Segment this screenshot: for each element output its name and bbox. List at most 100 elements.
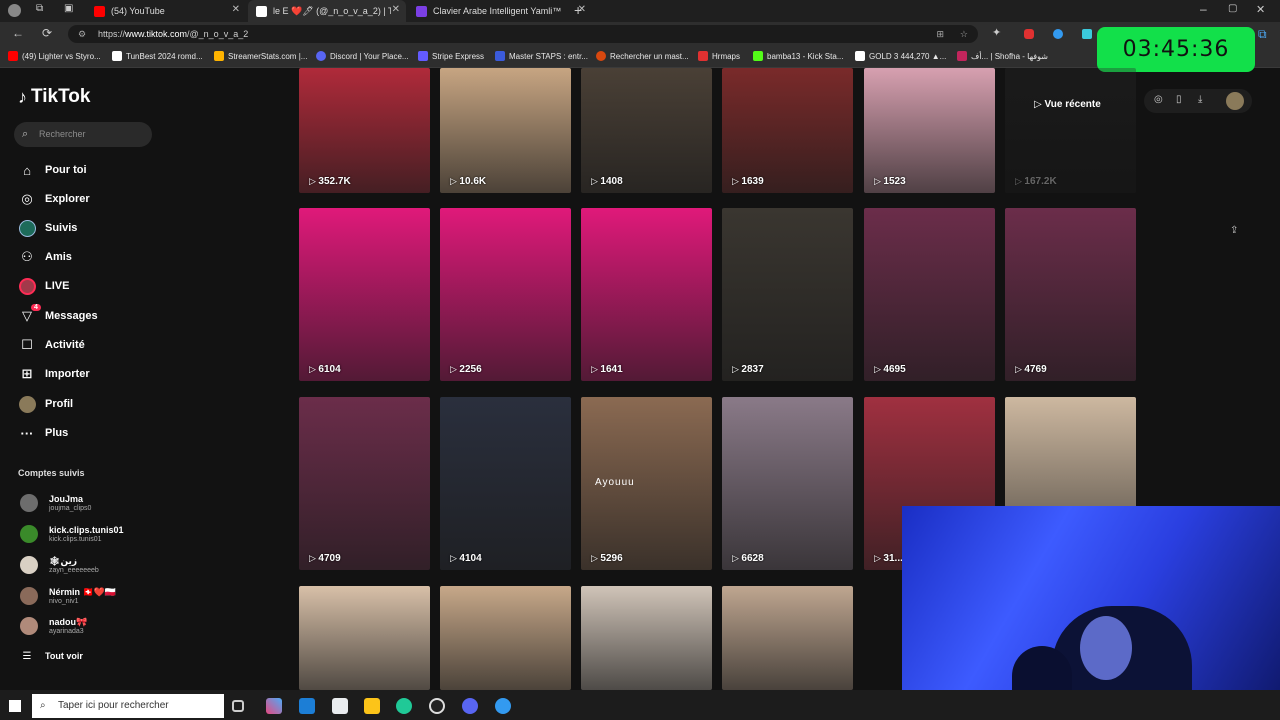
bookmark-item[interactable]: (49) Lighter vs Styro... bbox=[8, 51, 101, 61]
outlook-icon[interactable] bbox=[299, 698, 315, 714]
video-thumbnail[interactable]: 6104 bbox=[299, 208, 430, 381]
sidebar-item-amis[interactable]: ⚇ Amis bbox=[18, 247, 72, 267]
video-thumbnail[interactable]: Ayouuu 5296 bbox=[581, 397, 712, 570]
live-icon bbox=[18, 277, 36, 295]
bookmark-item[interactable]: Rechercher un mast... bbox=[596, 51, 689, 61]
scroll-top-icon[interactable]: ⇪ bbox=[1230, 225, 1238, 236]
master-search-icon bbox=[596, 51, 606, 61]
bookmark-item[interactable]: Discord | Your Place... bbox=[316, 51, 409, 61]
extension-cyan-icon[interactable] bbox=[1082, 29, 1092, 39]
task-view-icon[interactable] bbox=[232, 700, 244, 712]
video-thumbnail[interactable]: 1641 bbox=[581, 208, 712, 381]
kick-icon bbox=[753, 51, 763, 61]
video-thumbnail[interactable]: 6628 bbox=[722, 397, 853, 570]
video-thumbnail[interactable]: 4104 bbox=[440, 397, 571, 570]
video-thumbnail[interactable] bbox=[440, 586, 571, 690]
bookmark-item[interactable]: TunBest 2024 romd... bbox=[112, 51, 203, 61]
video-thumbnail[interactable]: 167.2K bbox=[1005, 68, 1136, 193]
sidebar-item-explorer[interactable]: ◎ Explorer bbox=[18, 189, 89, 209]
video-thumbnail[interactable]: 10.6K bbox=[440, 68, 571, 193]
sidebar-item-activite[interactable]: ☐ Activité bbox=[18, 335, 85, 355]
browser-profile-icon[interactable] bbox=[8, 4, 21, 17]
avatar[interactable] bbox=[1226, 92, 1244, 110]
avatar bbox=[20, 587, 38, 605]
view-count: 167.2K bbox=[1015, 176, 1056, 187]
sidebar-item-importer[interactable]: ⊞ Importer bbox=[18, 364, 90, 384]
followed-account[interactable]: JouJma joujma_clips0 bbox=[20, 491, 91, 515]
extension-blue-icon[interactable] bbox=[1053, 29, 1063, 39]
windows-start-icon[interactable] bbox=[9, 700, 21, 712]
taskbar-search[interactable]: ⌕ Taper ici pour rechercher bbox=[32, 694, 224, 718]
close-window-icon[interactable]: ✕ bbox=[1256, 3, 1265, 16]
sidebar-item-suivis[interactable]: Suivis bbox=[18, 218, 77, 238]
followed-account[interactable]: 🕸زين zayn_eeeeeeeb bbox=[20, 553, 99, 577]
view-count: 4709 bbox=[309, 553, 340, 564]
minimize-icon[interactable]: – bbox=[1200, 2, 1207, 16]
tab-youtube[interactable]: (54) YouTube ✕ bbox=[86, 0, 246, 22]
bookmark-item[interactable]: Hrmaps bbox=[698, 51, 740, 61]
back-icon[interactable]: ← bbox=[12, 26, 24, 40]
workspaces-icon[interactable]: ⧉ bbox=[36, 3, 43, 14]
compass-icon[interactable]: ◎ bbox=[1154, 94, 1163, 105]
video-thumbnail[interactable]: 2256 bbox=[440, 208, 571, 381]
video-thumbnail[interactable]: 1408 bbox=[581, 68, 712, 193]
store-icon[interactable] bbox=[332, 698, 348, 714]
maximize-icon[interactable]: ▢ bbox=[1228, 3, 1237, 14]
video-thumbnail[interactable]: 1523 bbox=[864, 68, 995, 193]
new-tab-plus-icon[interactable]: + bbox=[574, 2, 582, 18]
more-icon: ··· bbox=[20, 425, 34, 441]
bookmark-item[interactable]: Master STAPS : entr... bbox=[495, 51, 588, 61]
extension-red-icon[interactable] bbox=[1024, 29, 1034, 39]
sidebar-item-pour-toi[interactable]: ⌂ Pour toi bbox=[18, 160, 87, 180]
see-all-link[interactable]: ☰ Tout voir bbox=[18, 646, 83, 666]
video-thumbnail[interactable]: 352.7K bbox=[299, 68, 430, 193]
bookmark-item[interactable]: Stripe Express bbox=[418, 51, 484, 61]
copilot-icon[interactable] bbox=[266, 698, 282, 714]
device-icon[interactable]: ▯ bbox=[1176, 94, 1182, 105]
video-thumbnail[interactable] bbox=[299, 586, 430, 690]
video-thumbnail[interactable]: 4769 bbox=[1005, 208, 1136, 381]
tab-tiktok[interactable]: le E ❤️🖊 (@_n_o_v_a_2) | TikTok ✕ bbox=[248, 0, 406, 22]
install-app-icon[interactable]: ⊞ bbox=[936, 25, 944, 43]
telegram-icon[interactable] bbox=[495, 698, 511, 714]
video-thumbnail[interactable]: 4709 bbox=[299, 397, 430, 570]
video-thumbnail[interactable]: 4695 bbox=[864, 208, 995, 381]
video-thumbnail[interactable] bbox=[722, 586, 853, 690]
download-icon[interactable]: ⤓ bbox=[1198, 94, 1202, 105]
sidebar-item-live[interactable]: LIVE bbox=[18, 276, 69, 296]
address-bar[interactable]: ⚙ https://www.tiktok.com/@_n_o_v_a_2 ⊞ ☆ bbox=[68, 25, 978, 43]
view-count: 5296 bbox=[591, 553, 622, 564]
close-tab-icon[interactable]: ✕ bbox=[392, 4, 400, 15]
video-thumbnail[interactable] bbox=[581, 586, 712, 690]
bookmark-item[interactable]: StreamerStats.com |... bbox=[214, 51, 307, 61]
reload-icon[interactable]: ⟳ bbox=[42, 26, 52, 40]
avatar bbox=[20, 525, 38, 543]
bookmark-item[interactable]: GOLD 3 444,270 ▲... bbox=[855, 51, 946, 61]
bookmark-item[interactable]: أف... | Shofha - شوفها bbox=[957, 51, 1048, 61]
bookmark-item[interactable]: bamba13 - Kick Sta... bbox=[753, 51, 843, 61]
extension-puzzle-icon[interactable]: ⧉ bbox=[1258, 27, 1267, 42]
followed-account[interactable]: kick.clips.tunis01 kick.clips.tunis01 bbox=[20, 522, 124, 546]
discord-taskbar-icon[interactable] bbox=[462, 698, 478, 714]
sidebar-item-plus[interactable]: ··· Plus bbox=[18, 423, 69, 443]
close-tab-icon[interactable]: ✕ bbox=[232, 4, 240, 15]
obs-icon[interactable] bbox=[429, 698, 445, 714]
tab-actions-icon[interactable]: ▣ bbox=[64, 3, 73, 14]
followed-account[interactable]: nadou🎀 ayarinada3 bbox=[20, 614, 87, 638]
extension-icon[interactable]: ✦ bbox=[992, 26, 1001, 39]
edge-icon[interactable] bbox=[396, 698, 412, 714]
explorer-icon[interactable] bbox=[364, 698, 380, 714]
video-thumbnail[interactable]: 2837 bbox=[722, 208, 853, 381]
url-path: /@_n_o_v_a_2 bbox=[187, 29, 249, 39]
tab-title: Clavier Arabe Intelligent Yamli™ bbox=[433, 6, 562, 16]
tiktok-logo[interactable]: ♪ TikTok bbox=[18, 86, 90, 108]
site-info-icon[interactable]: ⚙ bbox=[78, 25, 86, 43]
sidebar-item-messages[interactable]: ▽ 4 Messages bbox=[18, 304, 98, 326]
sidebar-item-profil[interactable]: Profil bbox=[18, 394, 73, 414]
search-input[interactable]: ⌕ Rechercher bbox=[14, 122, 152, 147]
tab-yamli[interactable]: Clavier Arabe Intelligent Yamli™ ✕ bbox=[408, 0, 592, 22]
followed-account[interactable]: Nérmin 🇨🇭❤️🇵🇱 nivo_niv1 bbox=[20, 584, 116, 608]
recent-view-button[interactable]: ▷ Vue récente bbox=[1034, 99, 1101, 110]
bookmark-star-icon[interactable]: ☆ bbox=[960, 25, 968, 43]
video-thumbnail[interactable]: 1639 bbox=[722, 68, 853, 193]
